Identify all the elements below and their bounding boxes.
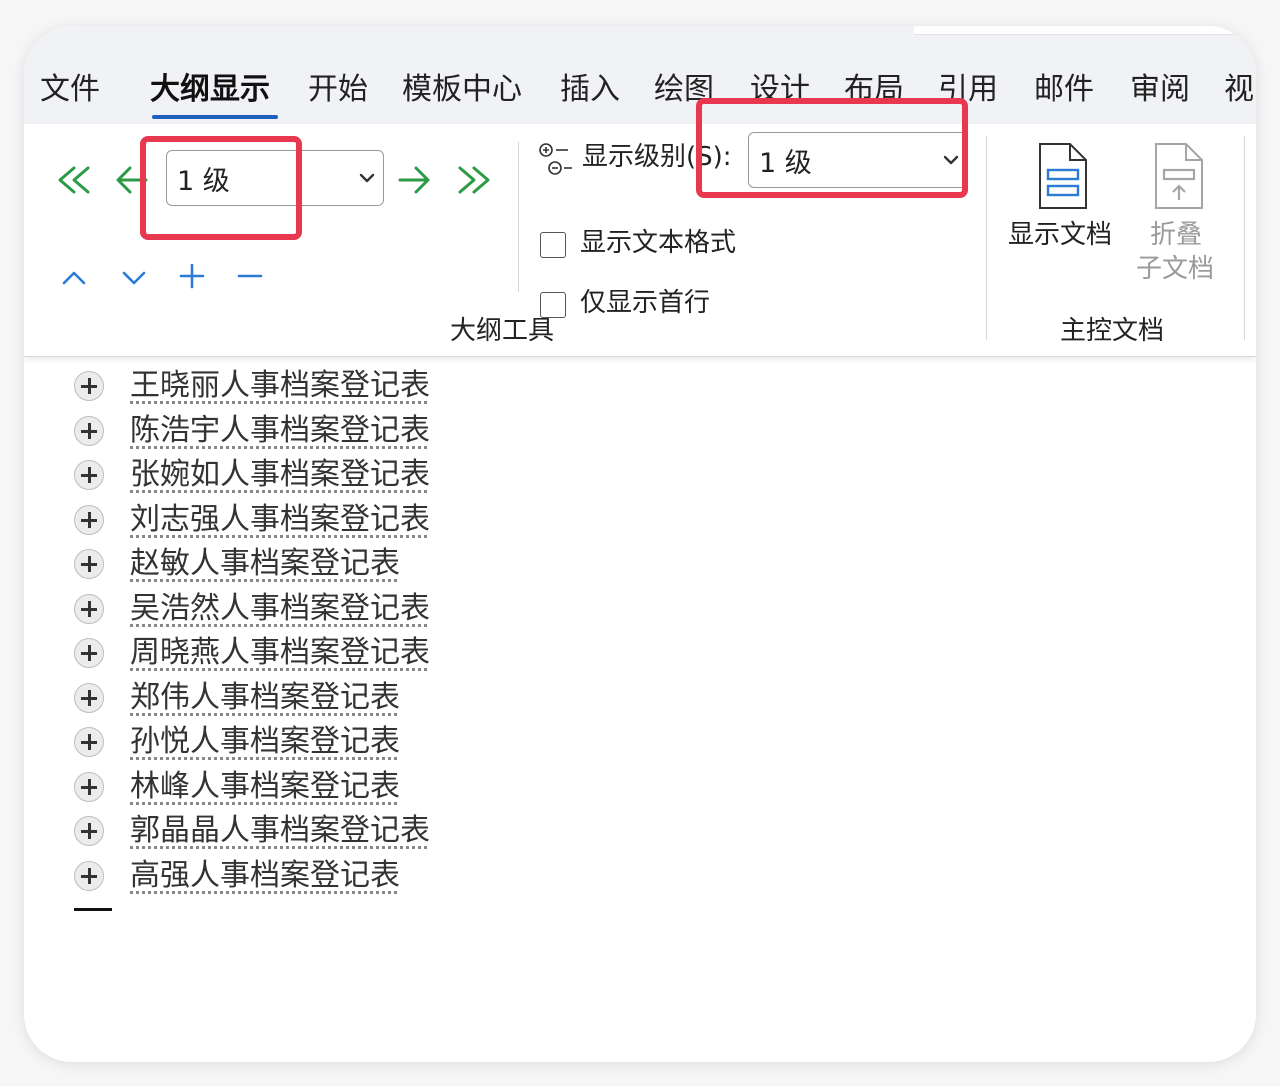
tab-home[interactable]: 开始	[308, 70, 368, 110]
outline-item[interactable]: 刘志强人事档案登记表	[74, 500, 430, 540]
outline-item-text: 高强人事档案登记表	[130, 858, 400, 893]
outline-item[interactable]: 郑伟人事档案登记表	[74, 678, 400, 718]
outline-item-text: 郑伟人事档案登记表	[130, 680, 400, 715]
demote-to-body-button[interactable]	[452, 160, 496, 200]
outline-item[interactable]: 陈浩宇人事档案登记表	[74, 411, 430, 451]
move-down-button[interactable]	[116, 260, 152, 296]
tab-template-center[interactable]: 模板中心	[402, 70, 522, 110]
tab-view[interactable]: 视	[1224, 70, 1254, 110]
expand-plus-icon[interactable]	[74, 416, 104, 446]
outline-item[interactable]: 郭晶晶人事档案登记表	[74, 811, 430, 851]
outline-item[interactable]: 高强人事档案登记表	[74, 856, 400, 896]
ribbon-separator	[518, 142, 519, 292]
active-tab-underline	[152, 115, 278, 119]
outline-item-text: 王晓丽人事档案登记表	[130, 368, 430, 403]
expand-plus-icon[interactable]	[74, 727, 104, 757]
ribbon-tab-bar: 文件 大纲显示 开始 模板中心 插入 绘图 设计 布局 引用 邮件 审阅 视	[24, 26, 1256, 124]
outline-document: 王晓丽人事档案登记表 陈浩宇人事档案登记表 张婉如人事档案登记表 刘志强人事档案…	[24, 356, 1256, 1062]
plus-icon	[179, 263, 205, 289]
show-document-button[interactable]	[1032, 140, 1092, 212]
double-arrow-left-icon	[58, 166, 90, 194]
show-level-combo[interactable]: 1 级	[748, 132, 968, 188]
tab-outline-view[interactable]: 大纲显示	[150, 70, 270, 110]
window-frame: 文件 大纲显示 开始 模板中心 插入 绘图 设计 布局 引用 邮件 审阅 视 1…	[24, 26, 1256, 1062]
chevron-down-icon	[122, 271, 146, 285]
ribbon-separator	[1244, 136, 1245, 340]
outline-item-text: 陈浩宇人事档案登记表	[130, 413, 430, 448]
subdocument-icon	[1155, 143, 1203, 209]
show-level-value: 1 级	[759, 147, 812, 179]
outline-item[interactable]: 吴浩然人事档案登记表	[74, 589, 430, 629]
tab-file[interactable]: 文件	[40, 70, 100, 110]
expand-plus-icon[interactable]	[74, 816, 104, 846]
outline-item-text: 赵敏人事档案登记表	[130, 546, 400, 581]
outline-item-text: 吴浩然人事档案登记表	[130, 591, 430, 626]
show-document-label: 显示文档	[1008, 220, 1113, 250]
promote-button[interactable]	[110, 160, 154, 200]
tab-insert[interactable]: 插入	[560, 70, 620, 110]
ribbon-panel: 1 级 显示级别(S): 1 级 显示文本格式 仅显示首行 大纲工具 显示文档 …	[24, 124, 1256, 357]
outline-item[interactable]: 孙悦人事档案登记表	[74, 722, 400, 762]
arrow-right-icon	[398, 166, 430, 194]
master-document-group-label: 主控文档	[1060, 316, 1165, 346]
collapse-button[interactable]	[232, 258, 268, 294]
collapse-subdocuments-label-line2: 子文档	[1136, 254, 1215, 284]
outline-tools-group-label: 大纲工具	[450, 316, 555, 346]
tab-draw[interactable]: 绘图	[654, 70, 714, 110]
outline-item[interactable]: 张婉如人事档案登记表	[74, 455, 430, 495]
promote-to-heading1-button[interactable]	[52, 160, 96, 200]
arrow-left-icon	[116, 166, 148, 194]
title-strip	[914, 26, 1256, 35]
expand-plus-icon[interactable]	[74, 460, 104, 490]
chevron-down-icon	[943, 155, 959, 165]
outline-item[interactable]: 王晓丽人事档案登记表	[74, 366, 430, 406]
tab-design[interactable]: 设计	[750, 70, 810, 110]
show-text-format-checkbox[interactable]	[540, 232, 566, 258]
outline-item-text: 孙悦人事档案登记表	[130, 724, 400, 759]
expand-plus-icon[interactable]	[74, 683, 104, 713]
expand-plus-icon[interactable]	[74, 371, 104, 401]
chevron-up-icon	[62, 271, 86, 285]
collapse-subdocuments-button[interactable]	[1148, 140, 1208, 212]
show-level-icon	[536, 140, 574, 180]
expand-plus-icon[interactable]	[74, 861, 104, 891]
outline-item[interactable]: 林峰人事档案登记表	[74, 767, 400, 807]
collapse-subdocuments-label-line1: 折叠	[1150, 220, 1203, 250]
outline-item-text: 刘志强人事档案登记表	[130, 502, 430, 537]
tab-review[interactable]: 审阅	[1130, 70, 1190, 110]
show-level-label: 显示级别(S):	[582, 142, 732, 172]
double-arrow-right-icon	[458, 166, 490, 194]
expand-plus-icon[interactable]	[74, 638, 104, 668]
document-icon	[1039, 143, 1087, 209]
chevron-down-icon	[359, 173, 375, 183]
minus-icon	[237, 274, 263, 278]
outline-item[interactable]: 赵敏人事档案登记表	[74, 544, 400, 584]
outline-item-text: 张婉如人事档案登记表	[130, 457, 430, 492]
outline-level-combo[interactable]: 1 级	[166, 150, 384, 206]
outline-level-value: 1 级	[177, 165, 230, 197]
end-of-document-marker	[74, 908, 112, 911]
tab-layout[interactable]: 布局	[844, 70, 904, 110]
show-text-format-label: 显示文本格式	[580, 228, 737, 258]
expand-plus-icon[interactable]	[74, 772, 104, 802]
outline-item-text: 林峰人事档案登记表	[130, 769, 400, 804]
expand-plus-icon[interactable]	[74, 505, 104, 535]
outline-item[interactable]: 周晓燕人事档案登记表	[74, 633, 430, 673]
outline-item-text: 郭晶晶人事档案登记表	[130, 813, 430, 848]
expand-plus-icon[interactable]	[74, 549, 104, 579]
expand-button[interactable]	[174, 258, 210, 294]
demote-button[interactable]	[392, 160, 436, 200]
show-first-line-label: 仅显示首行	[580, 288, 711, 318]
ribbon-separator	[986, 136, 987, 340]
tab-references[interactable]: 引用	[938, 70, 998, 110]
outline-item-text: 周晓燕人事档案登记表	[130, 635, 430, 670]
move-up-button[interactable]	[56, 260, 92, 296]
tab-mailings[interactable]: 邮件	[1034, 70, 1094, 110]
expand-plus-icon[interactable]	[74, 594, 104, 624]
